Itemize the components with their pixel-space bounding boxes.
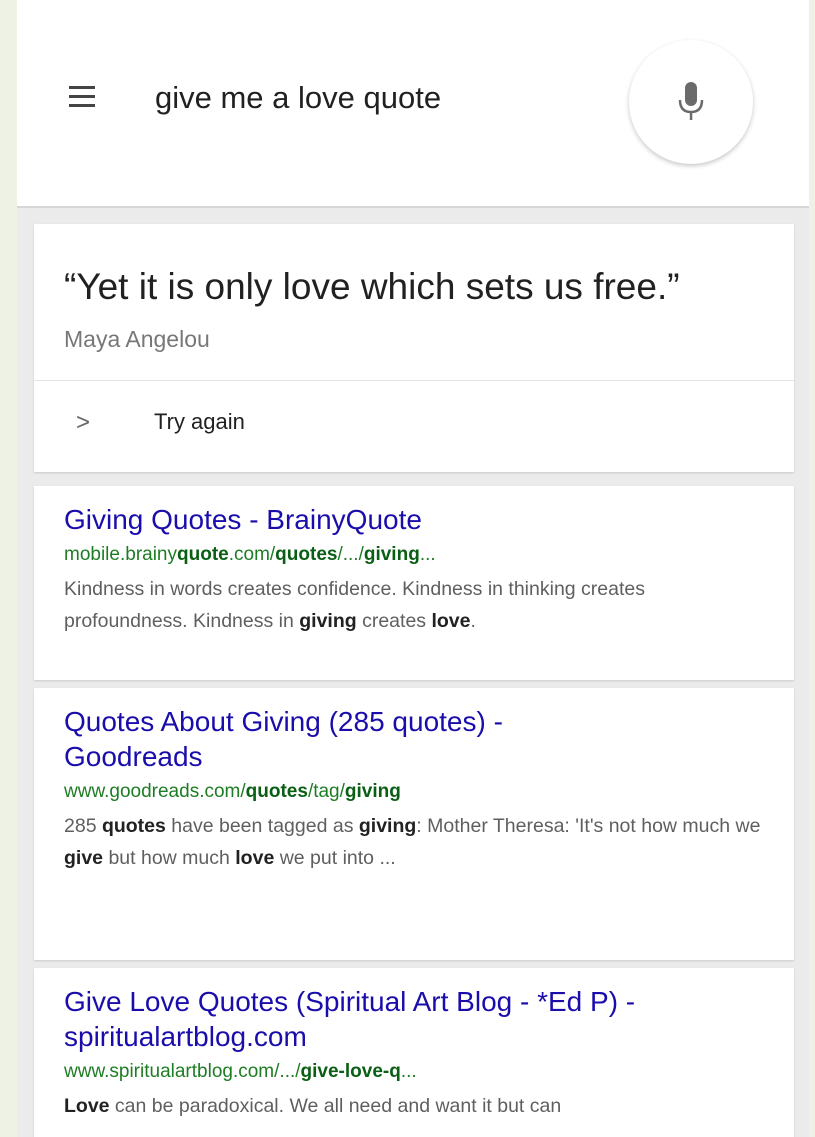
snippet-match: giving <box>299 610 357 632</box>
snippet-text: : Mother Theresa: 'It's not how much we <box>416 815 761 837</box>
title-line: spiritualartblog.com <box>64 1021 307 1052</box>
title-line: Quotes About Giving (285 quotes) - <box>64 706 503 737</box>
url-match: giving <box>344 781 401 802</box>
snippet-match: quotes <box>101 815 166 837</box>
phone-screen: give me a love quote “Yet it is only lov… <box>17 0 809 1137</box>
search-result: Giving Quotes - BrainyQuote mobile.brain… <box>34 486 794 680</box>
menu-icon[interactable] <box>69 86 95 108</box>
microphone-icon <box>678 82 704 120</box>
snippet-text: can be paradoxical. We all need and want… <box>109 1095 562 1117</box>
snippet-text: creates <box>356 610 432 632</box>
url-match: quotes <box>275 544 338 565</box>
url-text: www.spiritualartblog.com/.../ <box>64 1061 301 1082</box>
result-url: www.spiritualartblog.com/.../give-love-q… <box>64 1058 766 1086</box>
snippet-text: . <box>470 610 476 632</box>
snippet-text: but how much <box>103 847 236 869</box>
snippet-match: love <box>235 847 275 869</box>
snippet-match: give <box>64 847 104 869</box>
result-snippet: Kindness in words creates confidence. Ki… <box>64 573 766 637</box>
snippet-match: love <box>431 610 471 632</box>
search-result: Give Love Quotes (Spiritual Art Blog - *… <box>34 968 794 1137</box>
quote-text: “Yet it is only love which sets us free.… <box>64 266 680 307</box>
result-snippet: 285 quotes have been tagged as giving: M… <box>64 810 766 874</box>
snippet-text: have been tagged as <box>165 815 359 837</box>
search-result: Quotes About Giving (285 quotes) - Goodre… <box>34 688 794 960</box>
url-match: giving <box>363 544 420 565</box>
title-line: Goodreads <box>64 741 203 772</box>
result-title-link[interactable]: Giving Quotes - BrainyQuote <box>64 502 766 537</box>
url-text: ... <box>419 544 436 565</box>
url-match: quotes <box>245 781 308 802</box>
snippet-match: giving <box>358 815 417 837</box>
quote-answer-card: “Yet it is only love which sets us free.… <box>34 224 794 472</box>
snippet-text: 285 <box>64 815 102 837</box>
url-text: mobile.brainy <box>64 544 177 565</box>
url-text: /.../ <box>337 544 364 565</box>
voice-search-button[interactable] <box>629 40 753 164</box>
result-title-link[interactable]: Quotes About Giving (285 quotes) - Goodre… <box>64 704 766 774</box>
snippet-match: Love <box>64 1095 110 1117</box>
url-match: quote <box>177 544 229 565</box>
snippet-text: we put into ... <box>274 847 396 869</box>
url-text: .com/ <box>228 544 276 565</box>
chevron-right-icon: > <box>76 409 91 436</box>
try-again-button[interactable]: > Try again <box>34 381 794 472</box>
result-snippet: Love can be paradoxical. We all need and… <box>64 1090 766 1122</box>
result-url: mobile.brainyquote.com/quotes/.../giving… <box>64 541 766 569</box>
search-query[interactable]: give me a love quote <box>155 80 441 116</box>
result-title-link[interactable]: Give Love Quotes (Spiritual Art Blog - *… <box>64 984 766 1054</box>
url-text: ... <box>400 1061 417 1082</box>
search-bar: give me a love quote <box>17 0 809 208</box>
title-line: Give Love Quotes (Spiritual Art Blog - *… <box>64 986 636 1017</box>
url-text: /tag/ <box>307 781 345 802</box>
try-again-label: Try again <box>154 409 245 434</box>
url-match: give-love-q <box>300 1061 401 1082</box>
result-url: www.goodreads.com/quotes/tag/giving <box>64 778 766 806</box>
url-text: www.goodreads.com/ <box>64 781 246 802</box>
quote-author: Maya Angelou <box>64 326 210 352</box>
